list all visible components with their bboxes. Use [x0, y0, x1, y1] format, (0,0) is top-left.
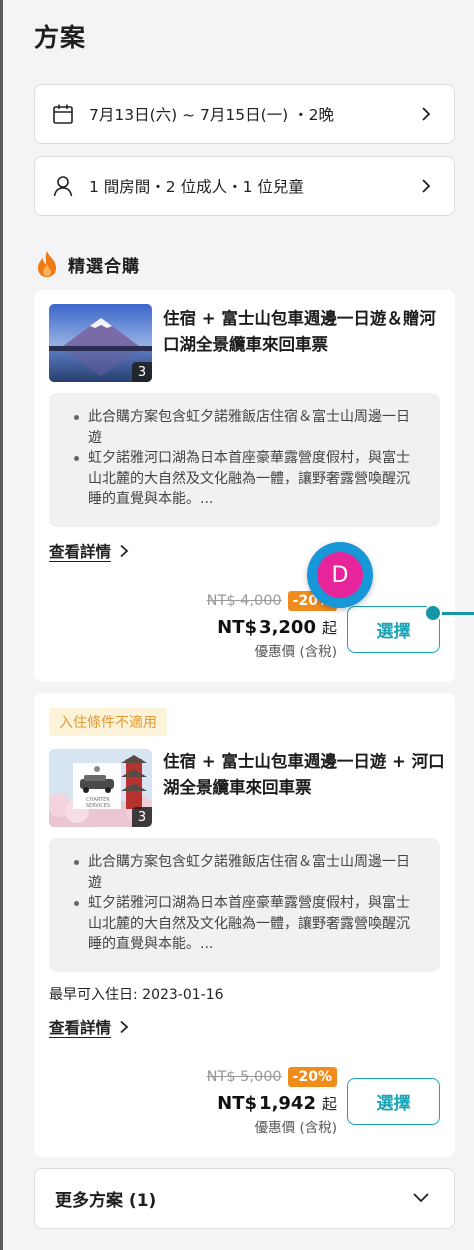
price-note: 優惠價 (含稅) [254, 644, 337, 660]
offer-bullet: 此合購方案包含虹夕諾雅飯店住宿＆富士山周邊一日遊 [71, 407, 422, 448]
price-suffix: 起 [321, 619, 337, 637]
original-price: NT$ 4,000 [206, 593, 282, 609]
earliest-checkin: 最早可入住日: 2023-01-16 [49, 987, 224, 1003]
offer-description: 此合購方案包含虹夕諾雅飯店住宿＆富士山周邊一日遊 虹夕諾雅河口湖為日本首座豪華露… [49, 838, 440, 972]
offer-card: 3 住宿 + 富士山包車週邊一日遊＆贈河口湖全景纜車來回車票 此合購方案包含虹夕… [34, 290, 455, 682]
price-block: NT$ 5,000 -20% NT$ 1,942 起 優惠價 (含稅) [207, 1067, 337, 1136]
condition-badge: 入住條件不適用 [49, 708, 167, 736]
guest-summary-text: 1 間房間・2 位成人・1 位兒童 [89, 178, 304, 196]
offer-title: 住宿 + 富士山包車週邊一日遊 + 河口湖全景纜車來回車票 [163, 752, 445, 797]
view-details-label: 查看詳情 [49, 1019, 112, 1037]
section-title: 精選合購 [68, 256, 140, 277]
image-count-badge: 3 [132, 807, 152, 827]
discount-badge: -20% [287, 1067, 337, 1087]
flame-icon [34, 250, 60, 278]
offer-bullet: 虹夕諾雅河口湖為日本首座豪華露營度假村，與富士山北麓的大自然及文化融為一體，讓野… [71, 448, 422, 510]
offer-thumbnail-mt-fuji[interactable]: 3 [49, 304, 152, 382]
chevron-right-icon [119, 544, 129, 558]
chevron-right-icon [418, 178, 434, 194]
price-amount: 3,200 [259, 617, 316, 638]
price-amount: 1,942 [259, 1093, 316, 1114]
offer-bullet: 此合購方案包含虹夕諾雅飯店住宿＆富士山周邊一日遊 [71, 852, 422, 893]
person-icon [51, 174, 75, 198]
section-header: 精選合購 [34, 250, 140, 278]
user-avatar[interactable]: D [307, 542, 373, 608]
charter-caption: CHARTER SERVICES [85, 797, 111, 809]
price-note: 優惠價 (含稅) [254, 1120, 337, 1136]
offer-title: 住宿 + 富士山包車週邊一日遊＆贈河口湖全景纜車來回車票 [163, 309, 436, 354]
pointer-dot [424, 604, 442, 622]
price-currency: NT$ [217, 617, 258, 638]
image-count-badge: 3 [132, 362, 152, 382]
view-details-label: 查看詳情 [49, 543, 112, 561]
date-selector[interactable]: 7月13日(六) ~ 7月15日(一) ・2晚 [34, 84, 455, 144]
page-title: 方案 [34, 23, 87, 52]
price-currency: NT$ [217, 1093, 258, 1114]
offer-description: 此合購方案包含虹夕諾雅飯店住宿＆富士山周邊一日遊 虹夕諾雅河口湖為日本首座豪華露… [49, 393, 440, 527]
view-details-link[interactable]: 查看詳情 [49, 540, 129, 562]
date-range-text: 7月13日(六) ~ 7月15日(一) ・2晚 [89, 106, 334, 124]
more-plans-label: 更多方案 (1) [55, 1191, 157, 1211]
price-suffix: 起 [321, 1095, 337, 1113]
left-edge-divider [0, 0, 3, 1250]
price-block: NT$ 4,000 -20% NT$ 3,200 起 優惠價 (含稅) [207, 591, 337, 660]
guest-selector[interactable]: 1 間房間・2 位成人・1 位兒童 [34, 156, 455, 216]
more-plans-toggle[interactable]: 更多方案 (1) [34, 1168, 455, 1229]
offer-card: 入住條件不適用 CHARTER SERVICES 3 住宿 + 富士山包車週邊一… [34, 693, 455, 1157]
chevron-down-icon [412, 1189, 430, 1208]
view-details-link[interactable]: 查看詳情 [49, 1016, 129, 1038]
avatar-letter: D [317, 552, 363, 598]
offer-thumbnail-charter[interactable]: CHARTER SERVICES 3 [49, 749, 152, 827]
select-button[interactable]: 選擇 [347, 1078, 440, 1125]
calendar-icon [51, 102, 75, 126]
chevron-right-icon [119, 1020, 129, 1034]
chevron-right-icon [418, 106, 434, 122]
offer-bullet: 虹夕諾雅河口湖為日本首座豪華露營度假村，與富士山北麓的大自然及文化融為一體，讓野… [71, 893, 422, 955]
original-price: NT$ 5,000 [206, 1069, 282, 1085]
